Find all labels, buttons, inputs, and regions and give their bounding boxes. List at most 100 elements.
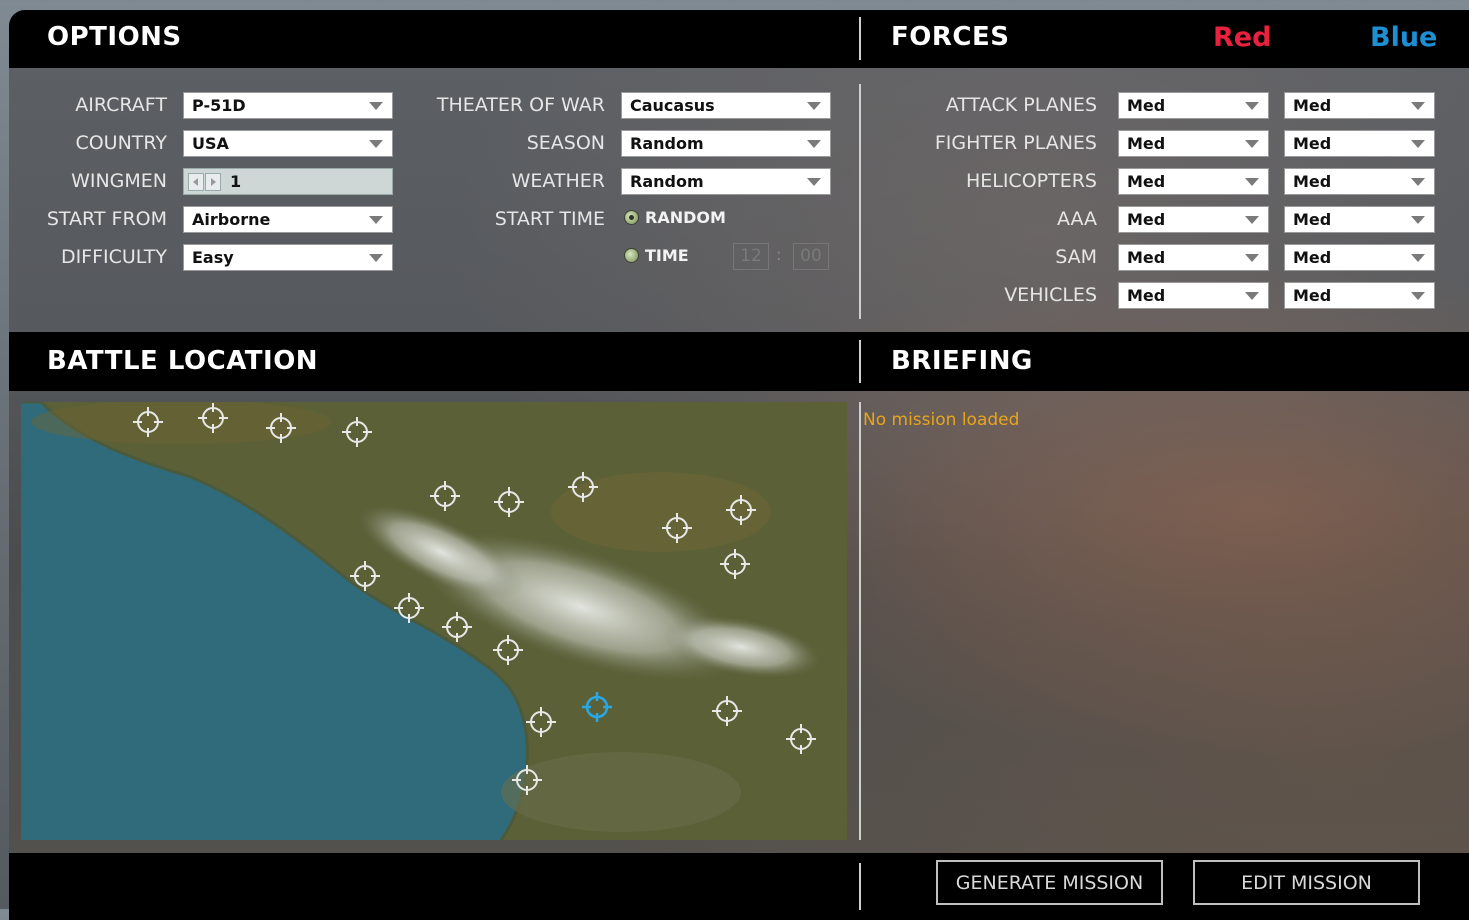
forces-row-label: SAM xyxy=(1055,246,1097,268)
random-label: RANDOM xyxy=(645,208,726,227)
map-svg xyxy=(21,402,847,840)
minute-input[interactable]: 00 xyxy=(793,243,829,270)
chevron-down-icon xyxy=(1245,177,1259,186)
country-value: USA xyxy=(192,134,229,153)
country-label: COUNTRY xyxy=(75,132,167,154)
options-title: OPTIONS xyxy=(47,22,182,52)
chevron-down-icon xyxy=(369,101,383,110)
chevron-down-icon xyxy=(807,139,821,148)
select-value: Med xyxy=(1127,172,1166,191)
red-helicopters-select[interactable]: Med xyxy=(1118,168,1269,195)
forces-title: FORCES xyxy=(891,22,1010,52)
radio-selected-icon xyxy=(624,210,639,225)
red-attack-planes-select[interactable]: Med xyxy=(1118,92,1269,119)
wingmen-label: WINGMEN xyxy=(71,170,167,192)
red-fighter-planes-select[interactable]: Med xyxy=(1118,130,1269,157)
difficulty-value: Easy xyxy=(192,248,234,267)
select-value: Med xyxy=(1293,96,1332,115)
select-value: Med xyxy=(1293,134,1332,153)
chevron-down-icon xyxy=(1245,215,1259,224)
forces-row-label: FIGHTER PLANES xyxy=(934,132,1097,154)
select-value: Med xyxy=(1293,286,1332,305)
section-divider xyxy=(859,340,861,383)
theater-value: Caucasus xyxy=(630,96,715,115)
briefing-title: BRIEFING xyxy=(891,346,1033,376)
weather-value: Random xyxy=(630,172,704,191)
weather-select[interactable]: Random xyxy=(621,168,831,195)
red-sam-select[interactable]: Med xyxy=(1118,244,1269,271)
chevron-down-icon xyxy=(1245,139,1259,148)
blue-fighter-planes-select[interactable]: Med xyxy=(1284,130,1435,157)
blue-vehicles-select[interactable]: Med xyxy=(1284,282,1435,309)
difficulty-select[interactable]: Easy xyxy=(183,244,393,271)
plains-area xyxy=(551,472,771,552)
start-time-random-radio[interactable]: RANDOM xyxy=(624,208,726,227)
theater-label: THEATER OF WAR xyxy=(436,94,605,116)
chevron-down-icon xyxy=(369,253,383,262)
blue-aaa-select[interactable]: Med xyxy=(1284,206,1435,233)
aircraft-label: AIRCRAFT xyxy=(75,94,167,116)
mission-generator-window: OPTIONS FORCES Red Blue AIRCRAFT P-51D C… xyxy=(9,10,1469,920)
red-aaa-select[interactable]: Med xyxy=(1118,206,1269,233)
start-from-label: START FROM xyxy=(46,208,167,230)
battle-location-title: BATTLE LOCATION xyxy=(47,346,319,376)
time-label: TIME xyxy=(645,246,689,265)
chevron-down-icon xyxy=(807,101,821,110)
select-value: Med xyxy=(1127,134,1166,153)
chevron-down-icon xyxy=(1411,177,1425,186)
chevron-down-icon xyxy=(1245,291,1259,300)
decrement-button[interactable] xyxy=(188,172,204,191)
chevron-down-icon xyxy=(807,177,821,186)
options-forces-divider xyxy=(859,84,861,319)
map-briefing-divider xyxy=(859,402,861,840)
select-value: Med xyxy=(1127,210,1166,229)
select-value: Med xyxy=(1293,248,1332,267)
battle-location-map[interactable] xyxy=(21,402,847,840)
forces-red-header: Red xyxy=(1213,22,1272,53)
briefing-text: No mission loaded xyxy=(863,410,1020,430)
weather-label: WEATHER xyxy=(511,170,605,192)
start-time-label: START TIME xyxy=(494,208,605,230)
start-time-time-radio[interactable]: TIME xyxy=(624,246,689,265)
hour-input[interactable]: 12 xyxy=(733,243,769,270)
wingmen-value: 1 xyxy=(230,172,242,191)
forces-row-label: AAA xyxy=(1056,208,1097,230)
forces-row-label: HELICOPTERS xyxy=(965,170,1097,192)
generate-mission-button[interactable]: GENERATE MISSION xyxy=(936,860,1163,905)
lowland-area xyxy=(501,752,741,832)
chevron-down-icon xyxy=(1411,253,1425,262)
time-separator: : xyxy=(776,245,782,264)
chevron-down-icon xyxy=(1411,101,1425,110)
start-from-value: Airborne xyxy=(192,210,271,229)
chevron-down-icon xyxy=(1411,139,1425,148)
chevron-down-icon xyxy=(369,215,383,224)
season-label: SEASON xyxy=(526,132,605,154)
start-from-select[interactable]: Airborne xyxy=(183,206,393,233)
chevron-down-icon xyxy=(1411,291,1425,300)
select-value: Med xyxy=(1127,248,1166,267)
difficulty-label: DIFFICULTY xyxy=(60,246,167,268)
season-value: Random xyxy=(630,134,704,153)
aircraft-select[interactable]: P-51D xyxy=(183,92,393,119)
season-select[interactable]: Random xyxy=(621,130,831,157)
forces-row-label: VEHICLES xyxy=(1004,284,1097,306)
select-value: Med xyxy=(1127,286,1166,305)
chevron-down-icon xyxy=(369,139,383,148)
blue-helicopters-select[interactable]: Med xyxy=(1284,168,1435,195)
country-select[interactable]: USA xyxy=(183,130,393,157)
blue-sam-select[interactable]: Med xyxy=(1284,244,1435,271)
wingmen-stepper[interactable]: 1 xyxy=(183,168,393,195)
select-value: Med xyxy=(1293,172,1332,191)
forces-blue-header: Blue xyxy=(1370,22,1438,53)
chevron-down-icon xyxy=(1411,215,1425,224)
select-value: Med xyxy=(1127,96,1166,115)
theater-select[interactable]: Caucasus xyxy=(621,92,831,119)
blue-attack-planes-select[interactable]: Med xyxy=(1284,92,1435,119)
increment-button[interactable] xyxy=(205,172,221,191)
edit-mission-button[interactable]: EDIT MISSION xyxy=(1193,860,1420,905)
header-divider xyxy=(859,17,861,60)
forces-row-label: ATTACK PLANES xyxy=(945,94,1097,116)
select-value: Med xyxy=(1293,210,1332,229)
radio-unselected-icon xyxy=(624,248,639,263)
red-vehicles-select[interactable]: Med xyxy=(1118,282,1269,309)
